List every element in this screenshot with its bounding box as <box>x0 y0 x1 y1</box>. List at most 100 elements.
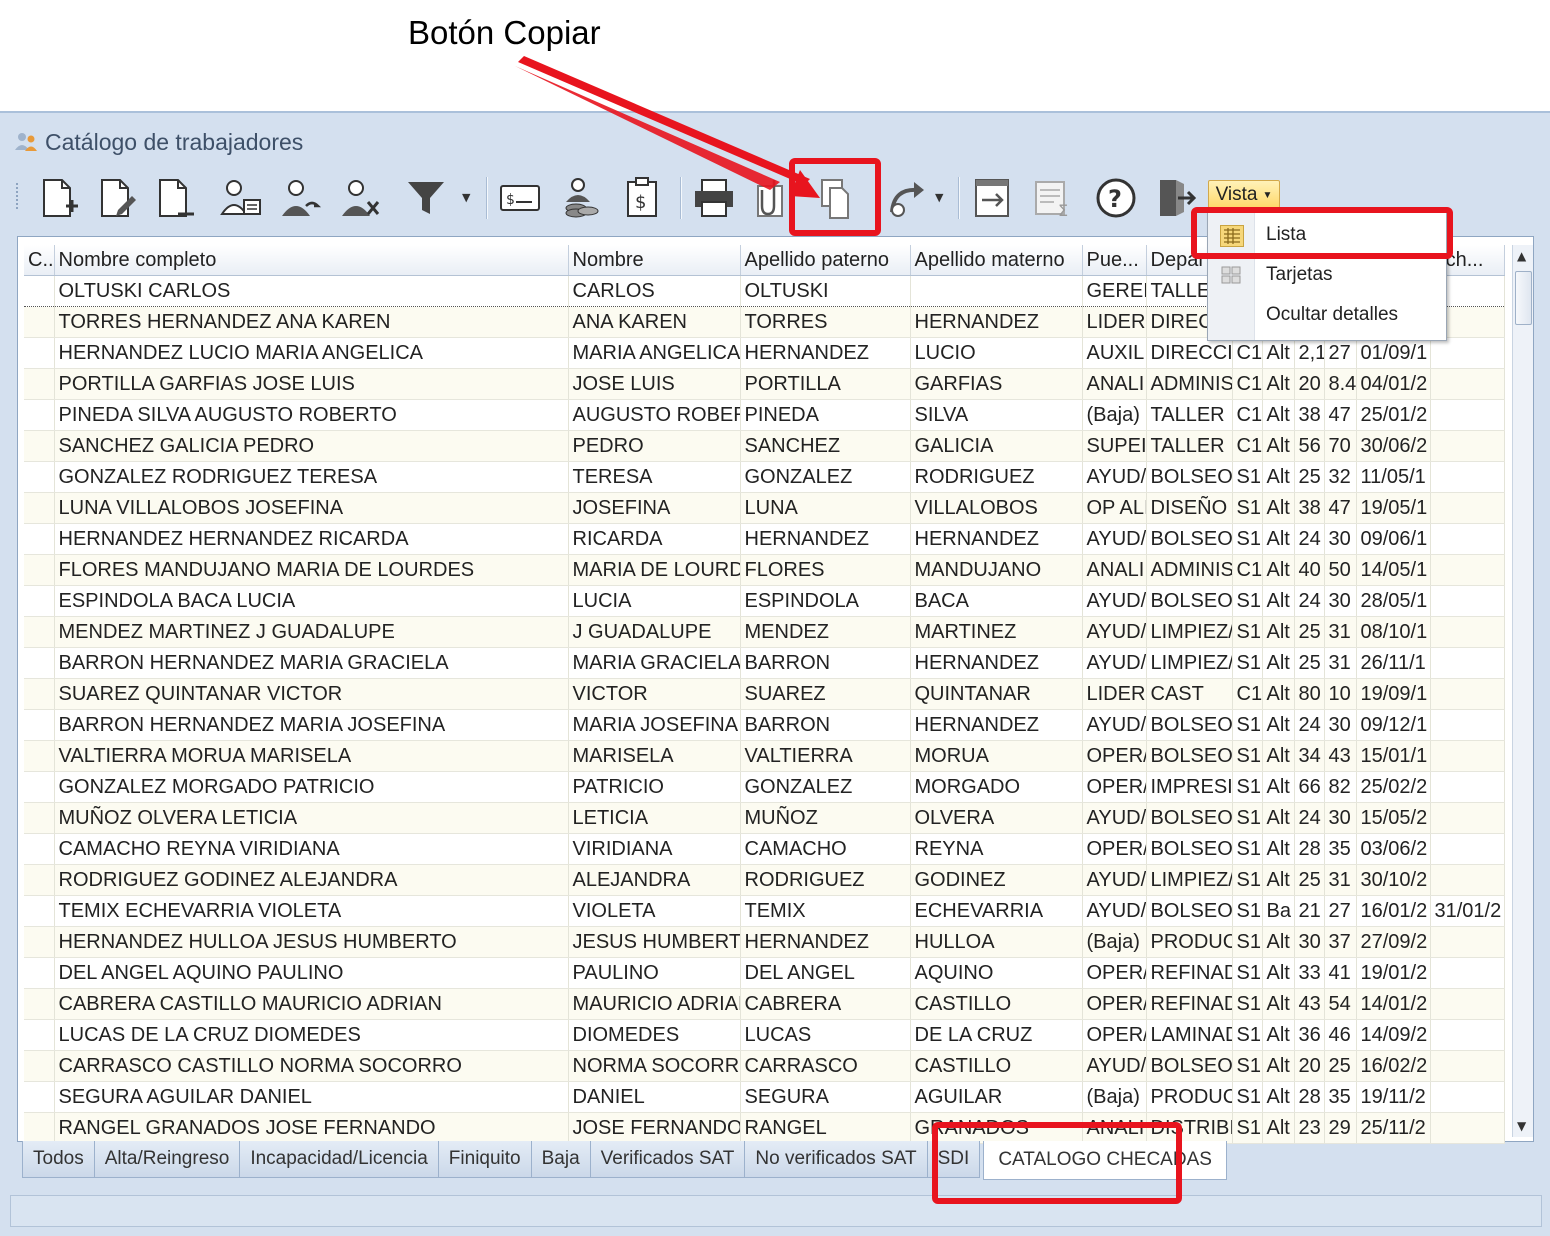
table-cell <box>1430 926 1505 958</box>
worker-remove-icon[interactable] <box>336 173 384 223</box>
filter-icon[interactable] <box>402 173 450 223</box>
table-row[interactable]: PORTILLA GARFIAS JOSE LUIS JOSE LUIS PORTI… <box>24 368 1505 400</box>
table-row[interactable]: MUÑOZ OLVERA LETICIA LETICIA MUÑOZ OLVERA AY… <box>24 802 1505 834</box>
table-cell <box>1430 461 1505 493</box>
table-cell: 25/11/2 <box>1356 1112 1431 1144</box>
table-cell: C1 <box>1232 430 1263 462</box>
table-row[interactable]: RODRIGUEZ GODINEZ ALEJANDRA ALEJANDRA RODR… <box>24 864 1505 896</box>
payroll-ticket-icon[interactable]: $ <box>496 173 544 223</box>
table-row[interactable]: SANCHEZ GALICIA PEDRO PEDRO SANCHEZ GALICIA… <box>24 430 1505 462</box>
menu-item-label: Tarjetas <box>1266 264 1333 285</box>
tab-alta-reingreso[interactable]: Alta/Reingreso <box>93 1141 241 1178</box>
table-cell <box>1430 864 1505 896</box>
tab-catalogo-checadas[interactable]: CATALOGO CHECADAS <box>983 1141 1227 1180</box>
vista-button[interactable]: Vista ▼ <box>1208 180 1280 210</box>
table-row[interactable]: SUAREZ QUINTANAR VICTOR VICTOR SUAREZ QUINT… <box>24 678 1505 710</box>
attach-clip-icon[interactable] <box>748 173 796 223</box>
table-cell <box>1430 368 1505 400</box>
column-header[interactable]: C.. <box>24 245 55 276</box>
refresh-dropdown-icon[interactable]: ▼ <box>935 191 943 204</box>
table-cell <box>1430 430 1505 462</box>
menu-item-tarjetas[interactable]: Tarjetas <box>1208 256 1446 294</box>
table-cell: (Baja) <box>1082 926 1147 958</box>
table-row[interactable]: RANGEL GRANADOS JOSE FERNANDO JOSE FERNAN… <box>24 1112 1505 1144</box>
scroll-thumb[interactable] <box>1515 271 1532 325</box>
table-row[interactable]: SEGURA AGUILAR DANIEL DANIEL SEGURA AGUILAR… <box>24 1081 1505 1113</box>
worker-reinstate-icon[interactable] <box>276 173 324 223</box>
table-row[interactable]: HERNANDEZ HERNANDEZ RICARDA RICARDA HERNAN… <box>24 523 1505 555</box>
exit-door-icon[interactable] <box>1152 173 1200 223</box>
scroll-down-icon[interactable]: ▼ <box>1517 1119 1526 1133</box>
table-row[interactable]: HERNANDEZ LUCIO MARIA ANGELICA MARIA ANGE… <box>24 337 1505 369</box>
print-icon[interactable] <box>690 173 738 223</box>
tab-sdi[interactable]: SDI <box>926 1141 981 1178</box>
toolbar-grip[interactable] <box>16 183 21 209</box>
table-row[interactable]: GONZALEZ MORGADO PATRICIO PATRICIO GONZALE… <box>24 771 1505 803</box>
table-row[interactable]: ESPINDOLA BACA LUCIA LUCIA ESPINDOLA BACA AY… <box>24 585 1505 617</box>
menu-item-lista[interactable]: Lista <box>1208 216 1446 254</box>
summary-sigma-icon[interactable]: Σ <box>1030 173 1078 223</box>
table-row[interactable]: MENDEZ MARTINEZ J GUADALUPE J GUADALUPE ME… <box>24 616 1505 648</box>
help-icon[interactable]: ? <box>1092 173 1140 223</box>
filter-dropdown-icon[interactable]: ▼ <box>462 191 470 204</box>
table-row[interactable]: GONZALEZ RODRIGUEZ TERESA TERESA GONZALEZ R… <box>24 461 1505 493</box>
workers-icon <box>14 131 40 153</box>
table-cell: 20 <box>1294 368 1325 400</box>
table-cell: PINEDA <box>740 399 911 431</box>
tab-todos[interactable]: Todos <box>22 1141 95 1178</box>
scroll-up-icon[interactable]: ▲ <box>1517 249 1526 263</box>
payment-receipt-icon[interactable]: $ <box>618 173 666 223</box>
table-row[interactable]: CABRERA CASTILLO MAURICIO ADRIAN MAURICIO… <box>24 988 1505 1020</box>
tab-no-verificados-sat[interactable]: No verificados SAT <box>744 1141 928 1178</box>
table-row[interactable]: LUCAS DE LA CRUZ DIOMEDES DIOMEDES LUCAS DE… <box>24 1019 1505 1051</box>
menu-item-label: Lista <box>1266 224 1307 245</box>
column-header[interactable]: Pue... <box>1082 245 1147 276</box>
table-row[interactable]: TEMIX ECHEVARRIA VIOLETA VIOLETA TEMIX ECHE… <box>24 895 1505 927</box>
table-cell <box>1430 492 1505 524</box>
coins-worker-icon[interactable] <box>556 173 604 223</box>
column-header[interactable]: Nombre <box>568 245 741 276</box>
table-row[interactable]: HERNANDEZ HULLOA JESUS HUMBERTO JESUS HUM… <box>24 926 1505 958</box>
copy-icon[interactable] <box>812 173 860 223</box>
table-cell <box>1430 1112 1505 1144</box>
table-row[interactable]: CAMACHO REYNA VIRIDIANA VIRIDIANA CAMACHO R… <box>24 833 1505 865</box>
tab-incapacidad-licencia[interactable]: Incapacidad/Licencia <box>239 1141 439 1178</box>
table-cell: JESUS HUMBERT( <box>568 926 741 958</box>
tab-baja[interactable]: Baja <box>530 1141 591 1178</box>
table-row[interactable]: BARRON HERNANDEZ MARIA JOSEFINA MARIA JOS… <box>24 709 1505 741</box>
table-cell: AYUD/ <box>1082 709 1147 741</box>
table-cell: OLTUSKI CARLOS <box>54 275 569 307</box>
menu-item-ocultar-detalles[interactable]: Ocultar detalles <box>1208 296 1446 334</box>
table-row[interactable]: BARRON HERNANDEZ MARIA GRACIELA MARIA GRA… <box>24 647 1505 679</box>
table-cell: 16/02/2 <box>1356 1050 1431 1082</box>
table-row[interactable]: LUNA VILLALOBOS JOSEFINA JOSEFINA LUNA VILL… <box>24 492 1505 524</box>
table-cell: AYUD/ <box>1082 802 1147 834</box>
refresh-icon[interactable] <box>882 173 930 223</box>
table-row[interactable]: CARRASCO CASTILLO NORMA SOCORRO NORMA SOC… <box>24 1050 1505 1082</box>
table-cell: MARIA ANGELICA <box>568 337 741 369</box>
table-row[interactable]: VALTIERRA MORUA MARISELA MARISELA VALTIERR… <box>24 740 1505 772</box>
delete-document-icon[interactable] <box>150 173 198 223</box>
table-cell: HERNANDEZ <box>740 337 911 369</box>
table-cell: Alt <box>1262 709 1295 741</box>
tab-verificados-sat[interactable]: Verificados SAT <box>589 1141 746 1178</box>
export-window-icon[interactable] <box>968 173 1016 223</box>
vertical-scrollbar[interactable]: ▲ ▼ <box>1512 245 1533 1137</box>
table-cell: S1 <box>1232 585 1263 617</box>
column-header[interactable]: Nombre completo <box>54 245 569 276</box>
table-cell: TALLER <box>1146 399 1233 431</box>
table-row[interactable]: FLORES MANDUJANO MARIA DE LOURDES MARIA D… <box>24 554 1505 586</box>
table-row[interactable]: PINEDA SILVA AUGUSTO ROBERTO AUGUSTO ROBE… <box>24 399 1505 431</box>
table-cell: SUPEI <box>1082 430 1147 462</box>
vista-button-label: Vista <box>1215 184 1258 205</box>
column-header[interactable]: Apellido paterno <box>740 245 911 276</box>
table-cell: 19/09/1 <box>1356 678 1431 710</box>
column-header[interactable]: Apellido materno <box>910 245 1083 276</box>
table-row[interactable]: DEL ANGEL AQUINO PAULINO PAULINO DEL ANGEL… <box>24 957 1505 989</box>
edit-document-icon[interactable] <box>92 173 140 223</box>
worker-card-icon[interactable] <box>216 173 264 223</box>
table-cell: Alt <box>1262 1081 1295 1113</box>
table-cell: ESPINDOLA BACA LUCIA <box>54 585 569 617</box>
tab-finiquito[interactable]: Finiquito <box>437 1141 532 1178</box>
new-document-icon[interactable] <box>34 173 82 223</box>
